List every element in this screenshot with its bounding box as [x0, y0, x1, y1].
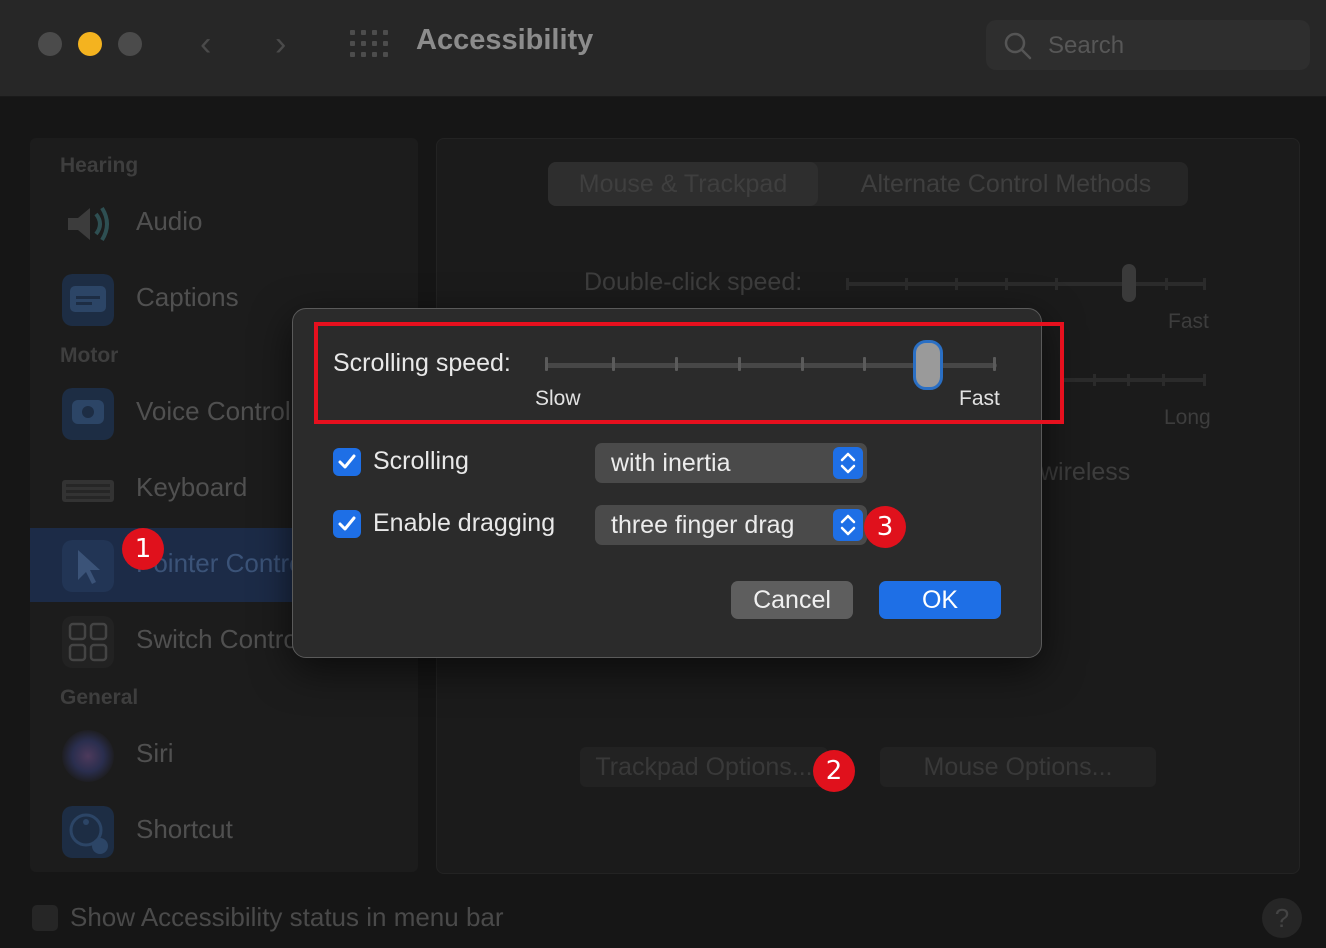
scrolling-mode-popup[interactable]: with inertia: [595, 443, 867, 483]
show-status-label: Show Accessibility status in menu bar: [70, 902, 504, 932]
tab-mouse-trackpad[interactable]: Mouse & Trackpad: [548, 162, 818, 206]
long-label: Long: [1164, 406, 1211, 429]
double-click-speed-slider[interactable]: [846, 282, 1206, 286]
sidebar-item-audio[interactable]: Audio: [30, 186, 418, 260]
section-heading-motor: Motor: [60, 344, 119, 367]
chevron-up-down-icon: [833, 509, 863, 541]
voice-control-icon: [62, 388, 114, 440]
show-all-grid-icon[interactable]: [350, 30, 388, 58]
back-arrow-icon[interactable]: ‹: [200, 24, 211, 64]
scrolling-checkbox[interactable]: [333, 448, 361, 476]
chevron-up-down-icon: [833, 447, 863, 479]
checkmark-icon: [338, 516, 356, 531]
switch-control-icon: [62, 616, 114, 668]
wireless-text: wireless: [1040, 458, 1131, 486]
window-title: Accessibility: [416, 24, 594, 56]
search-placeholder: Search: [1048, 32, 1125, 59]
step-marker-3: 3: [864, 506, 906, 548]
siri-icon: [62, 730, 114, 782]
slider-tick: [1203, 374, 1206, 386]
search-icon: [1004, 32, 1032, 60]
highlight-box: [314, 322, 1064, 424]
checkmark-icon: [338, 454, 356, 469]
slider-tick: [905, 278, 908, 290]
step-marker-2: 2: [813, 750, 855, 792]
sidebar-item-label: Captions: [136, 282, 239, 312]
show-status-checkbox[interactable]: [32, 905, 58, 931]
step-marker-1: 1: [122, 528, 164, 570]
minimize-window-button[interactable]: [78, 32, 102, 56]
sidebar-item-label: Switch Control: [136, 624, 304, 654]
search-field[interactable]: Search: [986, 20, 1310, 70]
keyboard-icon: [62, 480, 114, 502]
accessibility-shortcut-icon: [62, 806, 114, 858]
slider-tick: [1055, 278, 1058, 290]
scrolling-checkbox-label: Scrolling: [373, 447, 469, 475]
pointer-icon: [62, 540, 114, 592]
spring-loading-delay-slider[interactable]: [1060, 378, 1206, 382]
help-button[interactable]: ?: [1262, 898, 1302, 938]
trackpad-options-button[interactable]: Trackpad Options...: [580, 747, 828, 787]
zoom-window-button[interactable]: [118, 32, 142, 56]
enable-dragging-checkbox[interactable]: [333, 510, 361, 538]
double-click-speed-label: Double-click speed:: [584, 268, 803, 296]
tab-alternate-control-methods[interactable]: Alternate Control Methods: [824, 162, 1188, 206]
sidebar-item-shortcut[interactable]: Shortcut: [30, 794, 418, 868]
slider-tick: [846, 278, 849, 290]
section-heading-general: General: [60, 686, 139, 709]
slider-tick: [1127, 374, 1130, 386]
close-window-button[interactable]: [38, 32, 62, 56]
sidebar-item-label: Shortcut: [136, 814, 233, 844]
speaker-icon: [68, 206, 109, 242]
scrolling-mode-value: with inertia: [611, 449, 731, 477]
section-heading-hearing: Hearing: [60, 154, 139, 177]
captions-icon: [62, 274, 114, 326]
segmented-tabs: Mouse & Trackpad Alternate Control Metho…: [548, 162, 1188, 206]
slider-tick: [1165, 278, 1168, 290]
slider-tick: [1203, 278, 1206, 290]
forward-arrow-icon[interactable]: ›: [275, 24, 286, 64]
title-bar: ‹ › Accessibility Search: [0, 0, 1326, 97]
dragging-mode-popup[interactable]: three finger drag: [595, 505, 867, 545]
mouse-options-button[interactable]: Mouse Options...: [880, 747, 1156, 787]
slider-tick: [1005, 278, 1008, 290]
dragging-mode-value: three finger drag: [611, 511, 795, 539]
sidebar-item-siri[interactable]: Siri: [30, 718, 418, 792]
ok-button[interactable]: OK: [879, 581, 1001, 619]
slider-tick: [1093, 374, 1096, 386]
fast-label: Fast: [1168, 310, 1209, 333]
double-click-slider-knob[interactable]: [1122, 264, 1136, 302]
sidebar-item-label: Keyboard: [136, 472, 248, 502]
slider-tick: [1162, 374, 1165, 386]
cancel-button[interactable]: Cancel: [731, 581, 853, 619]
slider-tick: [955, 278, 958, 290]
enable-dragging-label: Enable dragging: [373, 509, 556, 537]
sidebar-item-label: Voice Control: [136, 396, 291, 426]
sidebar-item-label: Siri: [136, 738, 174, 768]
sidebar-item-label: Audio: [136, 206, 203, 236]
